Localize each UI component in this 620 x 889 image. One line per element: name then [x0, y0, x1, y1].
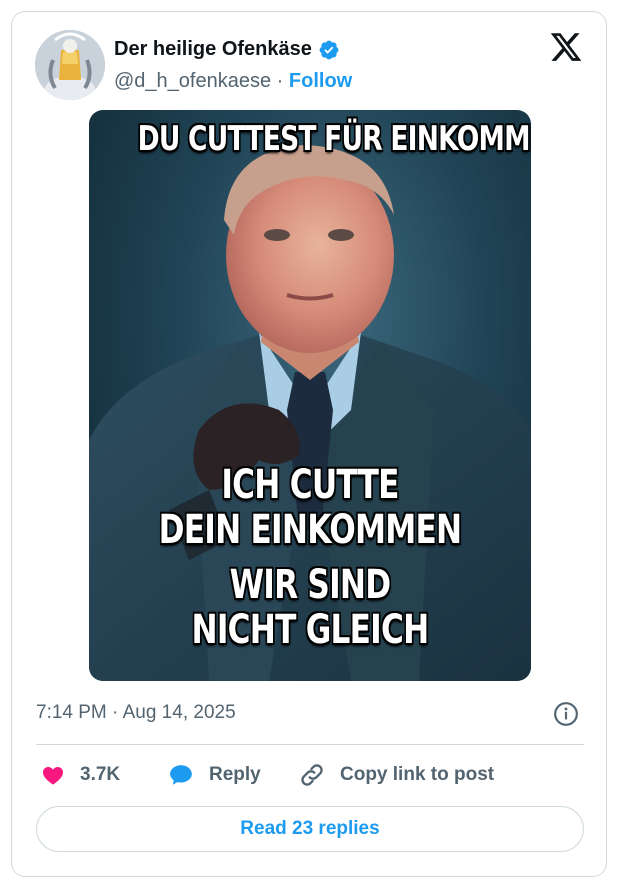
meme-top-text: DU CUTTEST FÜR EINKOMMEN [137, 119, 531, 159]
tweet-timestamp[interactable]: 7:14 PM · Aug 14, 2025 [36, 702, 236, 724]
display-name[interactable]: Der heilige Ofenkäse [114, 38, 312, 61]
reply-bubble-icon [170, 765, 192, 785]
link-icon [301, 764, 323, 786]
meme-bottom-line: NICHT GLEICH [191, 607, 430, 653]
info-icon[interactable] [553, 701, 579, 727]
heart-icon [43, 767, 63, 785]
handle[interactable]: @d_h_ofenkaese [114, 70, 271, 92]
tweet-media-image[interactable]: DU CUTTEST FÜR EINKOMMEN ICH CUTTE DEIN … [89, 110, 531, 681]
meme-bottom-line: DEIN EINKOMMEN [158, 507, 463, 553]
meme-bottom-line: WIR SIND [229, 562, 392, 608]
meme-bottom-line: ICH CUTTE [221, 462, 399, 508]
author-name-row[interactable]: Der heilige Ofenkäse [114, 38, 340, 61]
copy-link-button[interactable]: Copy link to post [298, 760, 494, 790]
handle-row: @d_h_ofenkaese · Follow [114, 70, 352, 93]
verified-badge-icon [319, 40, 339, 59]
divider [36, 744, 584, 745]
copy-link-label: Copy link to post [340, 764, 495, 785]
avatar-image [35, 30, 105, 100]
reply-label: Reply [209, 764, 261, 785]
like-button[interactable]: 3.7K [40, 760, 120, 790]
reply-button[interactable]: Reply [167, 760, 261, 790]
handle-separator: · [276, 70, 284, 92]
x-logo-icon[interactable] [549, 30, 583, 64]
follow-button[interactable]: Follow [289, 70, 352, 92]
read-replies-button[interactable]: Read 23 replies [36, 806, 584, 852]
avatar[interactable] [35, 30, 105, 100]
like-count: 3.7K [80, 764, 121, 785]
